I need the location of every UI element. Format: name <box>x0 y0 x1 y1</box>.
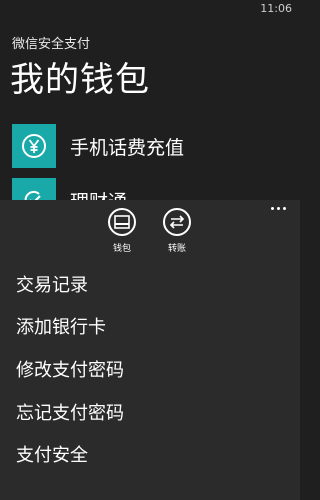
menu-item-forgot-password[interactable]: 忘记支付密码 <box>16 399 124 425</box>
list-item-phone-recharge[interactable]: 手机话费充值 <box>12 124 292 168</box>
wallet-button[interactable]: 钱包 <box>102 208 142 254</box>
transfer-icon <box>163 208 191 236</box>
page-title: 我的钱包 <box>10 60 150 100</box>
menu-item-add-bank-card[interactable]: 添加银行卡 <box>16 313 106 339</box>
app-bar-sheet: 钱包 转账 交易记录 添加银行卡 修改支付密码 忘记支付密码 支付安全 <box>0 200 300 500</box>
list-item-label: 手机话费充值 <box>70 136 185 159</box>
transfer-button[interactable]: 转账 <box>157 208 197 254</box>
menu-item-transactions[interactable]: 交易记录 <box>16 271 88 297</box>
wallet-label: 钱包 <box>112 244 131 254</box>
ellipsis-icon[interactable] <box>268 203 288 213</box>
app-title: 微信安全支付 <box>12 37 91 52</box>
menu-item-change-password[interactable]: 修改支付密码 <box>16 356 124 382</box>
status-time: 11:06 <box>260 2 292 15</box>
status-bar: 11:06 <box>0 0 300 18</box>
menu-item-payment-security[interactable]: 支付安全 <box>16 441 88 467</box>
transfer-label: 转账 <box>167 244 186 254</box>
yen-icon <box>12 124 56 168</box>
wallet-icon <box>108 208 136 236</box>
